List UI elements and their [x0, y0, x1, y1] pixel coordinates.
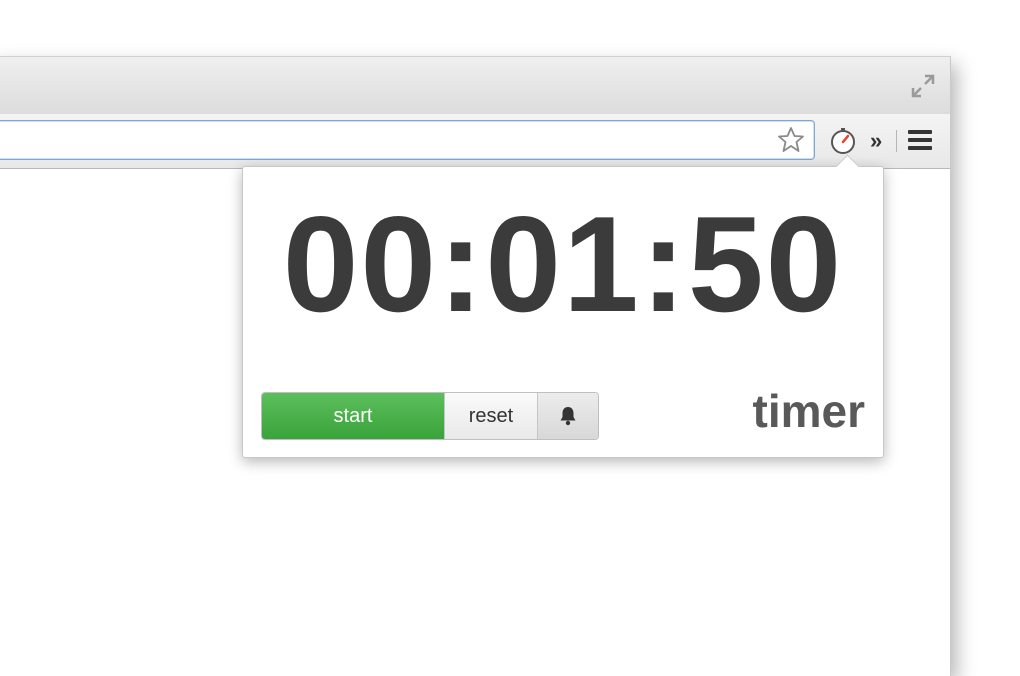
start-button[interactable]: start [262, 393, 444, 439]
star-icon[interactable] [776, 125, 806, 155]
bell-icon [560, 407, 576, 426]
address-bar[interactable] [0, 120, 815, 160]
title-bar [0, 56, 950, 115]
menu-icon[interactable] [908, 130, 932, 152]
fullscreen-icon[interactable] [910, 73, 936, 99]
brand-label: timer [752, 385, 865, 437]
overflow-chevron-icon[interactable]: » [870, 128, 894, 154]
browser-toolbar: » [0, 114, 950, 169]
timer-controls: start reset [261, 392, 599, 440]
toolbar-divider [896, 130, 897, 152]
reset-button[interactable]: reset [444, 393, 537, 439]
time-display: 00:01:50 [282, 188, 844, 340]
timer-extension-icon[interactable] [828, 126, 858, 156]
alarm-button[interactable] [537, 393, 598, 439]
timer-popup: 00:01:50 start reset timer [242, 154, 884, 458]
